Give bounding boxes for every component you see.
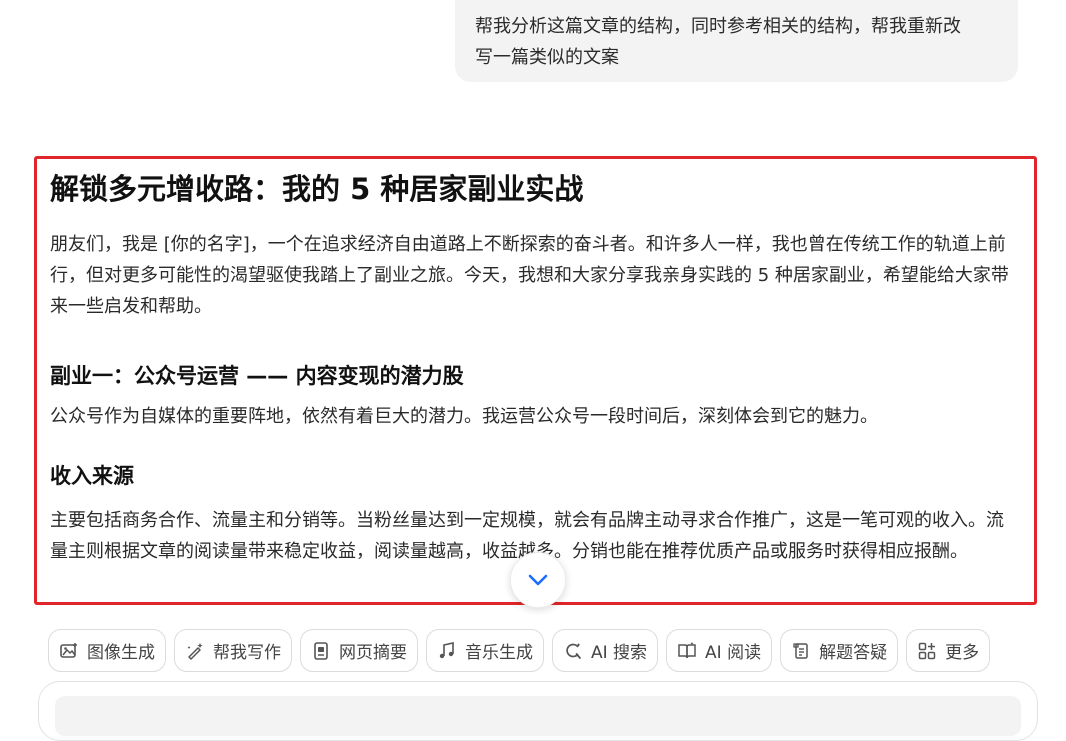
ai-search-icon [563,641,583,661]
message-input[interactable] [55,696,1021,736]
pen-sparkle-icon [185,641,205,661]
user-message-bubble: 帮我分析这篇文章的结构，同时参考相关的结构，帮我重新改 写一篇类似的文案 [455,0,1018,82]
scroll-question-icon [791,641,811,661]
answer-title: 解锁多元增收路：我的 5 种居家副业实战 [50,172,584,206]
tool-label: 解题答疑 [819,643,888,663]
tool-help-write[interactable]: 帮我写作 [174,629,292,672]
tool-label: AI 阅读 [705,643,762,663]
tool-label: 帮我写作 [213,643,281,663]
tool-ai-read[interactable]: AI 阅读 [666,629,773,672]
user-message-line-2: 写一篇类似的文案 [475,47,619,68]
ai-answer-highlighted: 解锁多元增收路：我的 5 种居家副业实战 朋友们，我是 [你的名字]，一个在追求… [34,156,1037,605]
tool-music-generation[interactable]: 音乐生成 [426,629,544,672]
side-job-1-paragraph: 公众号作为自媒体的重要阵地，依然有着巨大的潜力。我运营公众号一段时间后，深刻体会… [50,406,878,427]
tool-label: AI 搜索 [591,643,648,663]
tools-row: 图像生成 帮我写作 网页摘要 音乐生成 AI 搜索 AI 阅读 解题答疑 更多 [48,629,991,672]
web-summary-icon [311,641,331,661]
grid-more-icon [917,641,937,661]
tool-more[interactable]: 更多 [906,629,991,672]
answer-intro-paragraph: 朋友们，我是 [你的名字]，一个在追求经济自由道路上不断探索的奋斗者。和许多人一… [50,234,1009,317]
tool-label: 更多 [945,643,980,663]
tool-problem-solving[interactable]: 解题答疑 [780,629,899,672]
tool-label: 网页摘要 [339,643,407,663]
income-heading: 收入来源 [50,464,134,488]
music-note-icon [437,641,457,661]
scroll-to-bottom-button[interactable] [510,552,566,608]
side-job-1-heading: 副业一：公众号运营 —— 内容变现的潜力股 [50,364,464,388]
tool-label: 音乐生成 [465,643,533,663]
image-icon [59,641,79,661]
chevron-down-icon [528,574,548,586]
tool-label: 图像生成 [87,643,155,663]
tool-image-generation[interactable]: 图像生成 [48,629,166,672]
tool-ai-search[interactable]: AI 搜索 [552,629,659,672]
ai-read-icon [677,641,697,661]
message-composer [38,681,1038,741]
user-message-line-1: 帮我分析这篇文章的结构，同时参考相关的结构，帮我重新改 [475,16,961,37]
tool-web-summary[interactable]: 网页摘要 [300,629,418,672]
